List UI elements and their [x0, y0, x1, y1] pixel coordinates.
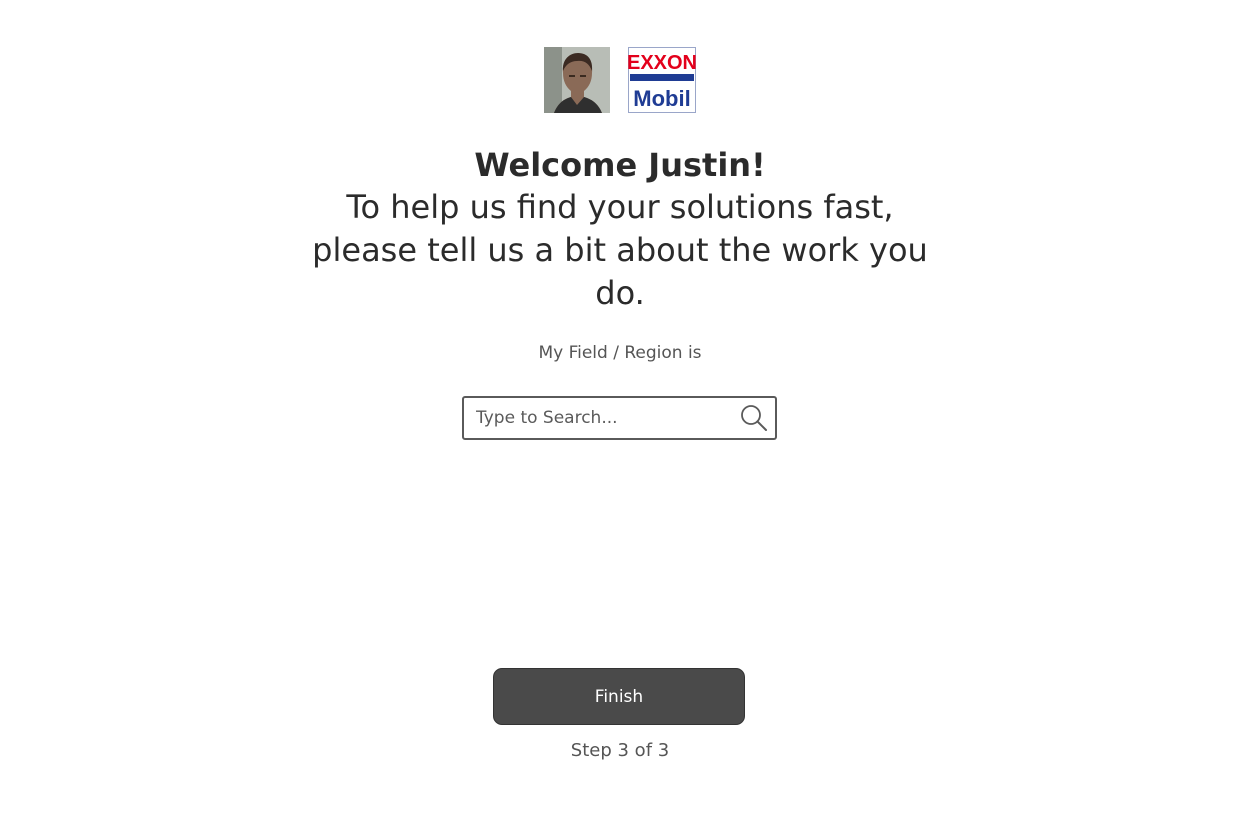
search-input[interactable]: [474, 407, 738, 429]
logo-row: EXXON Mobil: [0, 47, 1240, 113]
finish-button[interactable]: Finish: [493, 668, 745, 725]
onboarding-page: EXXON Mobil Welcome Justin! To help us f…: [0, 0, 1240, 830]
user-photo-icon: [544, 47, 610, 113]
search-icon[interactable]: [739, 403, 769, 433]
logo-text-bottom: Mobil: [633, 86, 690, 111]
welcome-subtitle: To help us find your solutions fast, ple…: [312, 188, 928, 312]
user-avatar: [544, 47, 610, 113]
step-indicator: Step 3 of 3: [570, 740, 670, 761]
exxonmobil-logo-icon: EXXON Mobil: [627, 47, 697, 113]
welcome-section: Welcome Justin! To help us find your sol…: [0, 146, 1240, 315]
welcome-heading: Welcome Justin!: [474, 146, 766, 184]
exxonmobil-logo: EXXON Mobil: [627, 47, 697, 113]
search-field[interactable]: [462, 396, 777, 440]
field-region-label: My Field / Region is: [538, 343, 702, 363]
logo-text-top: EXXON: [628, 52, 696, 74]
